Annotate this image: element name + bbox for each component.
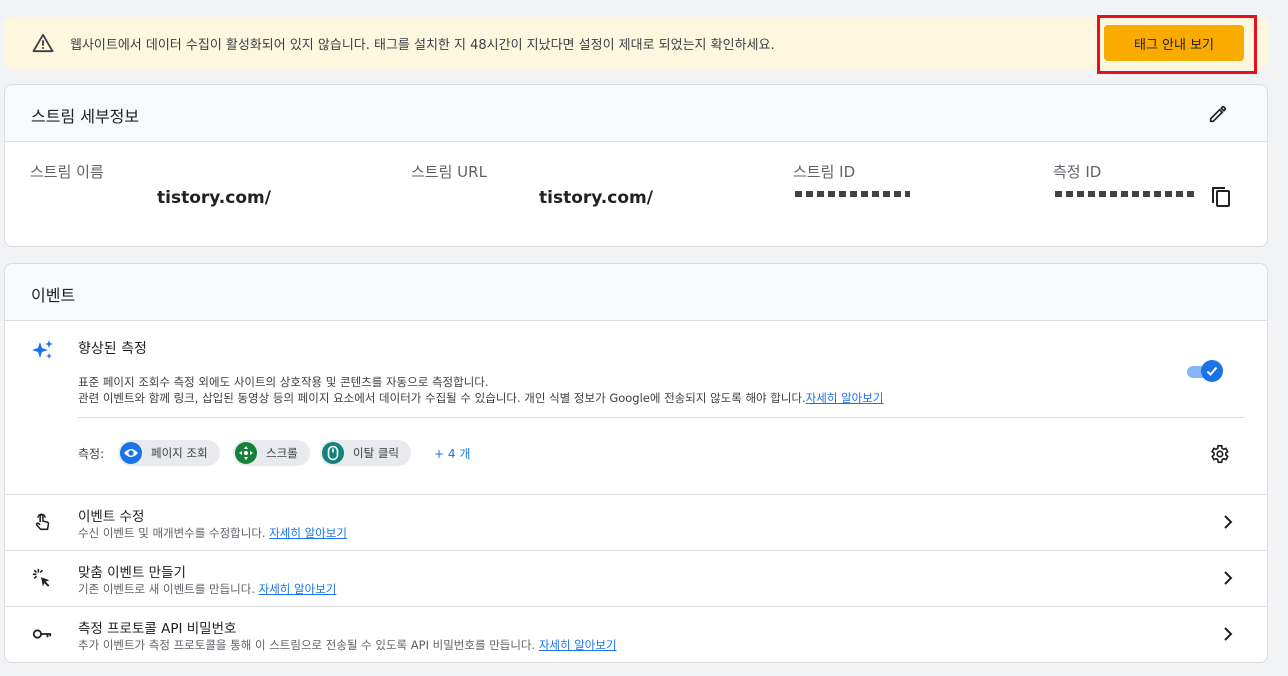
modify-events-desc: 수신 이벤트 및 매개변수를 수정합니다. 자세히 알아보기 xyxy=(78,525,347,541)
create-custom-event-desc-text: 기존 이벤트로 새 이벤트를 만듭니다. xyxy=(78,582,255,596)
modify-events-learn-more[interactable]: 자세히 알아보기 xyxy=(269,526,347,540)
touch-icon xyxy=(35,513,50,531)
modify-events-title: 이벤트 수정 xyxy=(78,509,145,525)
warning-icon xyxy=(32,33,54,53)
stream-name-value: tistory.com/ xyxy=(157,188,271,208)
events-header: 이벤트 xyxy=(5,264,1267,321)
measurement-id-value-redacted xyxy=(1055,191,1195,197)
click-sparkle-icon xyxy=(32,568,50,587)
stream-url-label: 스트림 URL xyxy=(411,163,487,181)
enhanced-divider xyxy=(78,417,1244,418)
measurement-protocol-row[interactable]: 측정 프로토콜 API 비밀번호 추가 이벤트가 측정 프로토콜을 통해 이 스… xyxy=(5,607,1267,663)
enhanced-desc-line2: 관련 이벤트와 함께 링크, 삽입된 동영상 등의 페이지 요소에서 데이터가 … xyxy=(78,390,883,406)
pencil-icon[interactable] xyxy=(1207,103,1229,125)
banner-message: 웹사이트에서 데이터 수집이 활성화되어 있지 않습니다. 태그를 설치한 지 … xyxy=(70,38,775,53)
create-custom-event-title: 맞춤 이벤트 만들기 xyxy=(78,565,186,581)
create-custom-event-desc: 기존 이벤트로 새 이벤트를 만듭니다. 자세히 알아보기 xyxy=(78,581,336,597)
toggle-knob xyxy=(1201,360,1223,382)
chevron-right-icon xyxy=(1224,627,1233,641)
chip-outbound-click-label: 이탈 클릭 xyxy=(353,446,399,460)
events-card: 이벤트 향상된 측정 표준 페이지 조회수 측정 외에도 사이트의 상호작용 및… xyxy=(4,263,1268,663)
stream-url-value: tistory.com/ xyxy=(539,188,653,208)
mouse-icon xyxy=(322,442,344,464)
more-measurements-link[interactable]: + 4 개 xyxy=(434,445,470,462)
enhanced-desc-line1: 표준 페이지 조회수 측정 외에도 사이트의 상호작용 및 콘텐츠를 자동으로 … xyxy=(78,375,489,389)
measurement-protocol-desc: 추가 이벤트가 측정 프로토콜을 통해 이 스트림으로 전송될 수 있도록 AP… xyxy=(78,637,617,653)
chip-outbound-click[interactable]: 이탈 클릭 xyxy=(320,440,411,466)
chevron-right-icon xyxy=(1224,515,1233,529)
stream-name-label: 스트림 이름 xyxy=(30,163,104,181)
enhanced-measurement-toggle[interactable] xyxy=(1185,360,1225,384)
modify-events-desc-text: 수신 이벤트 및 매개변수를 수정합니다. xyxy=(78,526,266,540)
measurement-id-label: 측정 ID xyxy=(1053,163,1102,181)
chip-page-view-label: 페이지 조회 xyxy=(151,446,208,460)
chip-page-view[interactable]: 페이지 조회 xyxy=(118,440,220,466)
chip-scroll[interactable]: 스크롤 xyxy=(233,440,310,466)
measure-label: 측정: xyxy=(78,447,105,461)
chip-scroll-label: 스크롤 xyxy=(266,446,298,460)
stream-id-value-redacted xyxy=(795,191,910,197)
warning-banner: 웹사이트에서 데이터 수집이 활성화되어 있지 않습니다. 태그를 설치한 지 … xyxy=(4,17,1268,69)
stream-details-header: 스트림 세부정보 xyxy=(5,85,1267,142)
measurement-protocol-desc-text: 추가 이벤트가 측정 프로토콜을 통해 이 스트림으로 전송될 수 있도록 AP… xyxy=(78,638,536,652)
copy-icon[interactable] xyxy=(1210,185,1232,209)
sparkle-icon xyxy=(32,340,53,359)
stream-id-label: 스트림 ID xyxy=(793,163,856,181)
crosshair-icon xyxy=(235,442,257,464)
measurement-protocol-title: 측정 프로토콜 API 비밀번호 xyxy=(78,621,237,637)
events-title: 이벤트 xyxy=(31,286,76,305)
measurement-protocol-learn-more[interactable]: 자세히 알아보기 xyxy=(539,638,617,652)
enhanced-desc-line2-text: 관련 이벤트와 함께 링크, 삽입된 동영상 등의 페이지 요소에서 데이터가 … xyxy=(78,391,806,405)
enhanced-measurement-title: 향상된 측정 xyxy=(78,341,147,357)
view-tag-instructions-button[interactable]: 태그 안내 보기 xyxy=(1104,25,1244,61)
create-custom-event-learn-more[interactable]: 자세히 알아보기 xyxy=(259,582,337,596)
key-icon xyxy=(32,629,52,639)
chevron-right-icon xyxy=(1224,571,1233,585)
create-custom-event-row[interactable]: 맞춤 이벤트 만들기 기존 이벤트로 새 이벤트를 만듭니다. 자세히 알아보기 xyxy=(5,551,1267,607)
stream-details-title: 스트림 세부정보 xyxy=(31,107,140,126)
check-icon xyxy=(1206,366,1218,376)
stream-details-card: 스트림 세부정보 스트림 이름 tistory.com/ 스트림 URL tis… xyxy=(4,84,1268,247)
enhanced-measurement-description: 표준 페이지 조회수 측정 외에도 사이트의 상호작용 및 콘텐츠를 자동으로 … xyxy=(78,374,883,406)
enhanced-learn-more-link[interactable]: 자세히 알아보기 xyxy=(806,391,884,405)
modify-events-row[interactable]: 이벤트 수정 수신 이벤트 및 매개변수를 수정합니다. 자세히 알아보기 xyxy=(5,495,1267,551)
gear-icon[interactable] xyxy=(1208,443,1230,465)
eye-icon xyxy=(120,442,142,464)
